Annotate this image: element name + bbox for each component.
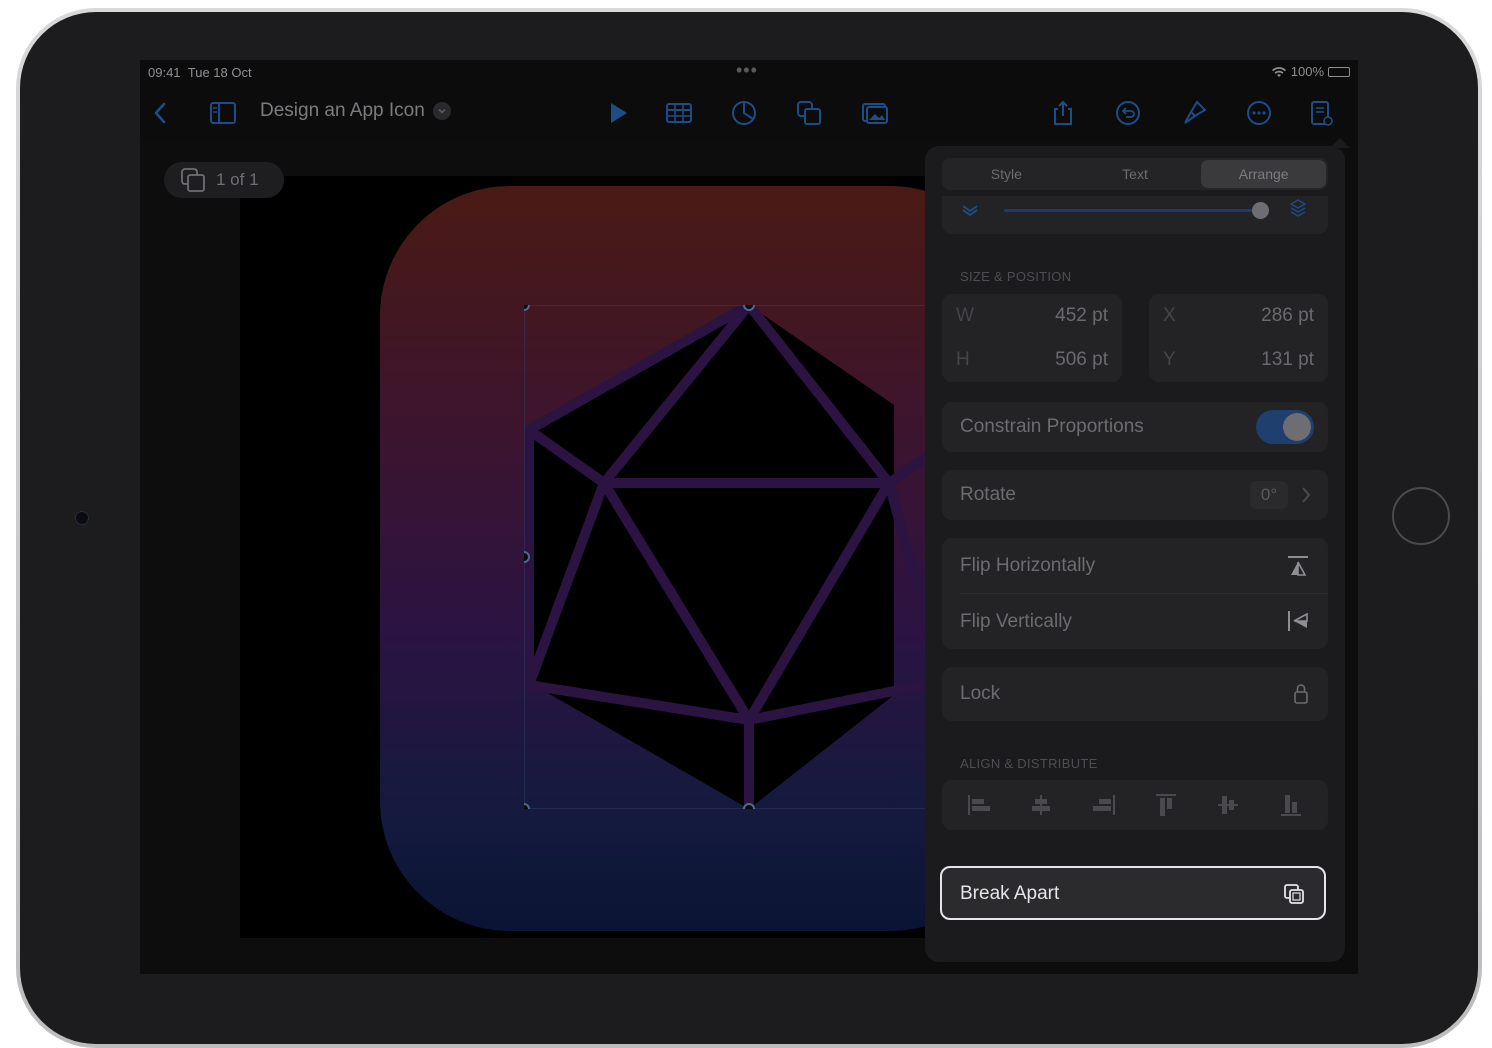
battery-icon [1328,66,1350,77]
status-bar: 09:41 Tue 18 Oct ••• 100% [140,60,1358,84]
status-time-date: 09:41 Tue 18 Oct [148,65,252,80]
layer-slider-track[interactable] [1004,209,1258,212]
lock-icon [1294,684,1308,704]
flip-horizontal-icon [1288,556,1308,576]
shapes-icon[interactable] [792,96,826,130]
screen: 09:41 Tue 18 Oct ••• 100% Design an App … [140,60,1358,974]
selection-handle[interactable] [743,803,755,809]
flip-horizontally-label: Flip Horizontally [960,555,1096,576]
sidebar-icon[interactable] [206,96,240,130]
selection-handle[interactable] [524,305,530,311]
flip-horizontally-row[interactable]: Flip Horizontally [942,538,1328,593]
icosahedron-shape[interactable] [524,305,974,809]
lock-label: Lock [960,683,1001,704]
align-buttons [942,780,1328,830]
align-right-icon[interactable] [1089,790,1119,820]
home-button[interactable] [1392,487,1450,545]
tab-style[interactable]: Style [944,160,1069,188]
y-field[interactable]: Y 131 pt [1149,338,1328,382]
rotate-row[interactable]: Rotate 0° [942,470,1328,520]
x-field[interactable]: X 286 pt [1149,294,1328,338]
document-title: Design an App Icon [260,100,425,121]
rotate-label: Rotate [960,484,1016,505]
flip-vertically-row[interactable]: Flip Vertically [942,594,1328,649]
document-title-button[interactable]: Design an App Icon [260,100,451,122]
height-field[interactable]: H 506 pt [942,338,1122,382]
table-icon[interactable] [662,96,696,130]
status-date: Tue 18 Oct [187,65,252,80]
battery-percent: 100% [1290,64,1324,79]
chart-icon[interactable] [727,96,761,130]
flip-group: Flip Horizontally Flip Vertically [942,538,1328,649]
constrain-proportions-toggle[interactable] [1256,410,1314,444]
lock-row[interactable]: Lock [942,667,1328,721]
play-icon[interactable] [600,96,634,130]
rotate-value: 0° [1250,481,1288,509]
width-field[interactable]: W 452 pt [942,294,1122,338]
x-key: X [1163,305,1176,326]
break-apart-icon [1284,884,1304,904]
section-label-align-distribute: ALIGN & DISTRIBUTE [960,756,1098,771]
tab-arrange[interactable]: Arrange [1201,160,1327,188]
tab-text[interactable]: Text [1073,160,1198,188]
pages-icon [181,168,205,192]
bring-forward-icon[interactable] [1288,198,1308,218]
height-key: H [956,349,970,370]
front-camera [75,511,89,525]
constrain-proportions-row: Constrain Proportions [942,402,1328,452]
align-top-icon[interactable] [1151,790,1181,820]
send-backward-icon[interactable] [960,198,980,218]
selection-handle[interactable] [524,551,530,563]
flip-vertical-icon [1288,611,1308,631]
page-indicator-label: 1 of 1 [216,170,259,189]
status-time: 09:41 [148,65,181,80]
align-center-icon[interactable] [1026,790,1056,820]
chevron-down-icon [432,102,451,120]
chevron-right-icon [1302,487,1311,503]
width-key: W [956,305,974,326]
width-value: 452 pt [1055,305,1108,326]
toolbar: Design an App Icon [140,88,1358,138]
multitasking-dots[interactable]: ••• [736,60,758,81]
selection-handle[interactable] [743,305,755,311]
align-bottom-icon[interactable] [1276,790,1306,820]
layer-depth-control [942,196,1328,234]
align-left-icon[interactable] [964,790,994,820]
position-fields: X 286 pt Y 131 pt [1149,294,1328,382]
wifi-icon [1271,66,1286,77]
section-label-size-position: SIZE & POSITION [960,269,1072,284]
format-brush-icon[interactable] [1177,96,1211,130]
document-icon[interactable] [1304,96,1338,130]
selection-handle[interactable] [524,803,530,809]
size-fields: W 452 pt H 506 pt [942,294,1122,382]
status-right: 100% [1271,64,1350,79]
break-apart-label: Break Apart [960,883,1060,904]
tab-segmented-control: Style Text Arrange [942,158,1328,190]
back-chevron-icon[interactable] [144,96,178,130]
y-value: 131 pt [1261,349,1314,370]
share-icon[interactable] [1046,96,1080,130]
flip-vertically-label: Flip Vertically [960,611,1072,632]
media-icon[interactable] [858,96,892,130]
format-popover: Style Text Arrange SIZE & POSITION W 452… [925,146,1345,962]
more-icon[interactable] [1242,96,1276,130]
align-middle-icon[interactable] [1213,790,1243,820]
undo-icon[interactable] [1111,96,1145,130]
align-distribute-row [942,780,1328,830]
height-value: 506 pt [1055,349,1108,370]
x-value: 286 pt [1261,305,1314,326]
layer-slider-thumb[interactable] [1252,202,1269,219]
page-indicator[interactable]: 1 of 1 [164,162,284,198]
constrain-proportions-label: Constrain Proportions [960,416,1144,437]
y-key: Y [1163,349,1176,370]
break-apart-button[interactable]: Break Apart [940,866,1326,920]
